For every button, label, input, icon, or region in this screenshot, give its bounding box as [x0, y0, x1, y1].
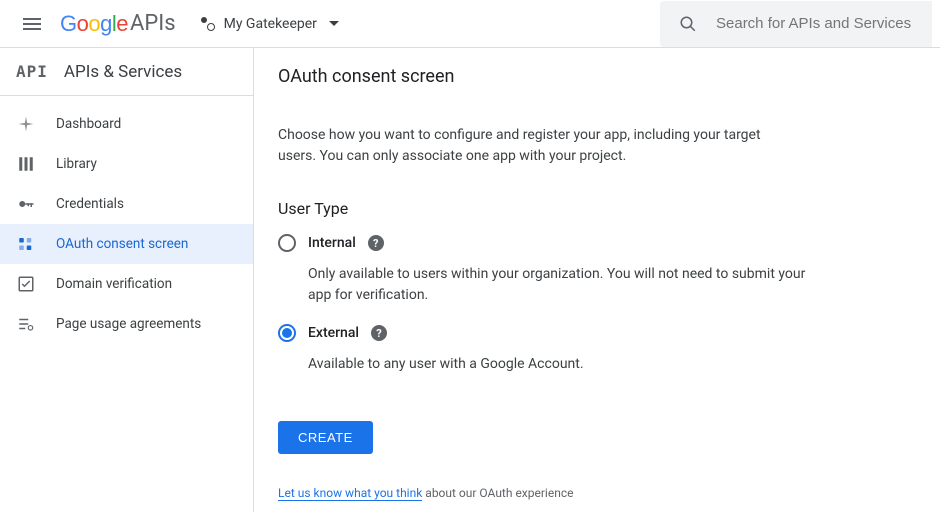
consent-icon [16, 234, 36, 254]
sidebar-header: API APIs & Services [0, 48, 253, 96]
page-title: OAuth consent screen [278, 66, 916, 87]
sidebar-item-page-usage[interactable]: Page usage agreements [0, 304, 253, 344]
radio-label: External [308, 325, 359, 341]
sidebar-item-library[interactable]: Library [0, 144, 253, 184]
project-picker[interactable]: My Gatekeeper [192, 10, 347, 38]
google-wordmark: Google [60, 11, 128, 37]
library-icon [16, 154, 36, 174]
radio-desc-internal: Only available to users within your orga… [308, 264, 808, 306]
sidebar-item-label: Credentials [56, 196, 124, 212]
key-icon [16, 194, 36, 214]
help-icon[interactable]: ? [371, 325, 387, 341]
search-container [660, 1, 932, 47]
project-name: My Gatekeeper [224, 16, 317, 32]
radio-desc-external: Available to any user with a Google Acco… [308, 354, 808, 375]
sidebar-nav: Dashboard Library Credentials OAuth cons… [0, 96, 253, 344]
feedback-link[interactable]: Let us know what you think [278, 486, 422, 501]
sidebar-item-label: Dashboard [56, 116, 121, 132]
radio-icon[interactable] [278, 234, 296, 252]
list-gear-icon [16, 314, 36, 334]
google-apis-logo[interactable]: Google APIs [60, 11, 176, 37]
dropdown-caret-icon [329, 21, 339, 26]
apis-label: APIs [130, 11, 176, 36]
project-icon [200, 16, 216, 32]
main-content: OAuth consent screen Choose how you want… [254, 48, 940, 512]
topbar: Google APIs My Gatekeeper [0, 0, 940, 48]
nav-menu-button[interactable] [8, 0, 56, 48]
sidebar-item-dashboard[interactable]: Dashboard [0, 104, 253, 144]
sidebar-item-credentials[interactable]: Credentials [0, 184, 253, 224]
sidebar-item-label: OAuth consent screen [56, 236, 188, 252]
user-type-radio-group: Internal ? Only available to users withi… [278, 234, 916, 375]
radio-option-external[interactable]: External ? [278, 324, 916, 342]
hamburger-icon [23, 18, 41, 30]
sidebar-item-label: Page usage agreements [56, 316, 201, 332]
create-button[interactable]: CREATE [278, 421, 373, 454]
check-box-icon [16, 274, 36, 294]
user-type-heading: User Type [278, 199, 916, 218]
sidebar-item-label: Domain verification [56, 276, 172, 292]
sidebar: API APIs & Services Dashboard Library [0, 48, 254, 512]
radio-label: Internal [308, 235, 356, 251]
radio-icon[interactable] [278, 324, 296, 342]
search-input[interactable] [716, 15, 916, 32]
sidebar-title: APIs & Services [64, 62, 182, 82]
dashboard-icon [16, 114, 36, 134]
radio-option-internal[interactable]: Internal ? [278, 234, 916, 252]
help-icon[interactable]: ? [368, 235, 384, 251]
search-icon [676, 12, 700, 36]
sidebar-item-oauth-consent[interactable]: OAuth consent screen [0, 224, 253, 264]
feedback-text: Let us know what you think about our OAu… [278, 486, 916, 500]
sidebar-item-domain-verification[interactable]: Domain verification [0, 264, 253, 304]
intro-text: Choose how you want to configure and reg… [278, 125, 798, 167]
feedback-rest: about our OAuth experience [422, 486, 573, 500]
sidebar-item-label: Library [56, 156, 97, 172]
api-badge-icon: API [16, 62, 48, 81]
